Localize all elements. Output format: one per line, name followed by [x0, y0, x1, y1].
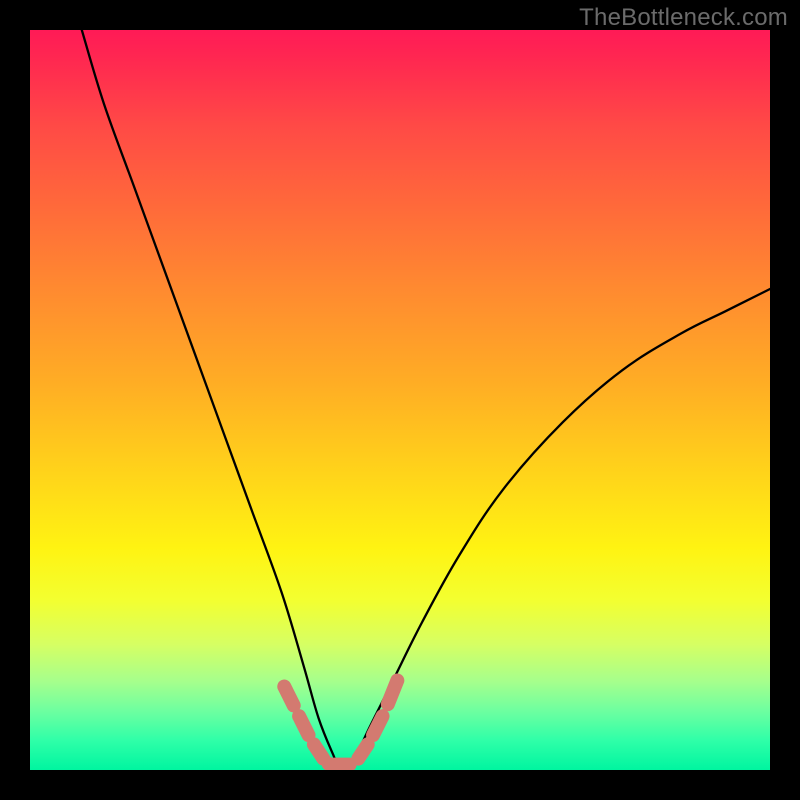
source-attribution: TheBottleneck.com	[579, 4, 788, 32]
highlight-dash	[388, 680, 397, 704]
highlight-dash	[373, 716, 382, 735]
chart-plot-area	[30, 30, 770, 770]
highlight-dash	[299, 716, 308, 735]
highlight-dash	[314, 744, 323, 758]
highlight-dash	[284, 687, 293, 706]
chart-frame: TheBottleneck.com	[0, 0, 800, 800]
bottleneck-curve	[30, 30, 770, 770]
highlight-dash	[358, 744, 367, 758]
